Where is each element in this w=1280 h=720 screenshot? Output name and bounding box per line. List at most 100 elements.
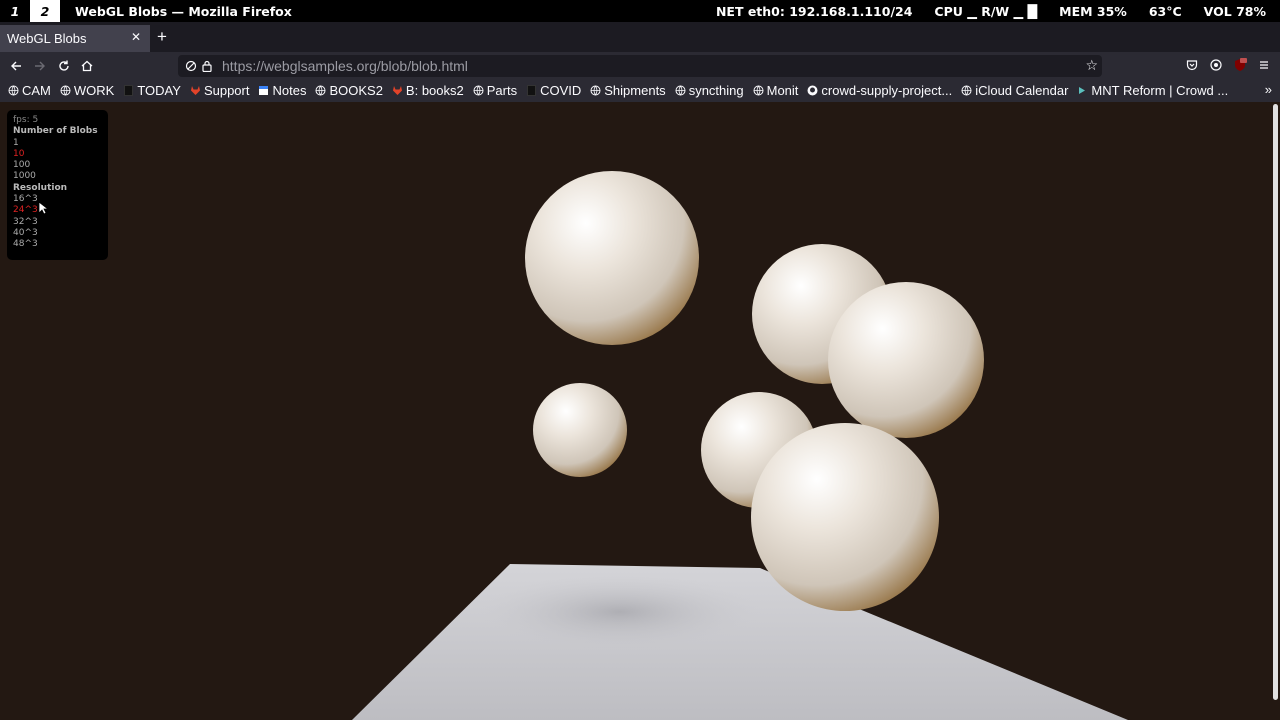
settings-panel: fps: 5 Number of Blobs 1 10 100 1000 Resolu…	[7, 110, 108, 260]
globe-icon	[961, 85, 972, 96]
lock-icon[interactable]	[200, 59, 214, 73]
bookmark-work[interactable]: WORK	[60, 83, 114, 98]
notes-icon	[258, 85, 269, 96]
page-icon	[526, 85, 537, 96]
url-text: https://webglsamples.org/blob/blob.html	[222, 58, 468, 74]
blob-count-option[interactable]: 100	[13, 160, 102, 171]
bookmark-label: Notes	[272, 83, 307, 98]
url-path: /blob/blob.html	[376, 58, 468, 74]
bookmarks-overflow-icon[interactable]: »	[1265, 82, 1272, 97]
arrow-icon	[1077, 85, 1088, 96]
bookmark-star-icon[interactable]: ☆	[1085, 57, 1098, 74]
bookmark-label: Monit	[766, 83, 799, 98]
gitlab-icon	[392, 85, 403, 96]
globe-icon	[675, 85, 686, 96]
bookmark-label: crowd-supply-project...	[821, 83, 953, 98]
bookmark-label: iCloud Calendar	[975, 83, 1069, 98]
globe-icon	[473, 85, 484, 96]
net-status: NET eth0: 192.168.1.110/24	[715, 3, 913, 19]
bookmark-label: Support	[203, 83, 250, 98]
resolution-option[interactable]: 24^3	[13, 205, 102, 216]
temp-status: 63°C	[1148, 3, 1182, 19]
bookmark-label: WORK	[73, 83, 115, 98]
tab-strip: WebGL Blobs ✕ +	[0, 22, 1280, 52]
bookmark-cam[interactable]: CAM	[8, 83, 51, 98]
nav-bar: https://webglsamples.org/blob/blob.html …	[0, 52, 1280, 79]
tracking-shield-icon[interactable]	[184, 59, 198, 73]
bookmark-icloud-calendar[interactable]: iCloud Calendar	[961, 83, 1068, 98]
webgl-canvas[interactable]: fps: 5 Number of Blobs 1 10 100 1000 Resolu…	[0, 102, 1280, 720]
home-icon[interactable]	[77, 56, 97, 76]
cpu-status: CPU ▁ R/W ▁ █	[934, 3, 1038, 19]
pocket-icon[interactable]	[1184, 57, 1200, 73]
github-icon	[807, 85, 818, 96]
bookmark-label: syncthing	[688, 83, 744, 98]
system-status: NET eth0: 192.168.1.110/24 CPU ▁ R/W ▁ █…	[716, 4, 1280, 19]
globe-icon	[590, 85, 601, 96]
forward-icon[interactable]	[30, 56, 50, 76]
fps-counter: fps: 5	[13, 115, 39, 125]
scrollbar[interactable]	[1272, 102, 1280, 720]
bookmark-shipments[interactable]: Shipments	[590, 83, 666, 98]
url-domain: https://webglsamples.org	[222, 58, 377, 74]
bookmark-label: Parts	[486, 83, 518, 98]
blob-count-option[interactable]: 10	[13, 149, 102, 160]
blob	[533, 383, 627, 477]
page-icon	[123, 85, 134, 96]
bookmark-b-books2[interactable]: B: books2	[392, 83, 464, 98]
globe-icon	[8, 85, 19, 96]
bookmark-label: Shipments	[604, 83, 666, 98]
extension-privacy-icon[interactable]	[1208, 57, 1224, 73]
tab-title: WebGL Blobs	[7, 31, 87, 46]
bookmark-notes[interactable]: Notes	[258, 83, 306, 98]
bookmark-books2[interactable]: BOOKS2	[315, 83, 383, 98]
ublock-icon[interactable]	[1232, 57, 1248, 73]
wm-status-bar: 1 2 WebGL Blobs — Mozilla Firefox NET et…	[0, 0, 1280, 22]
bookmark-syncthing[interactable]: syncthing	[675, 83, 744, 98]
blob-count-option[interactable]: 1	[13, 138, 102, 149]
workspace-1[interactable]: 1	[0, 0, 30, 22]
close-tab-icon[interactable]: ✕	[131, 30, 141, 44]
bookmark-monit[interactable]: Monit	[753, 83, 799, 98]
floor-shadow	[480, 574, 760, 650]
resolution-option[interactable]: 40^3	[13, 228, 102, 239]
bookmark-label: TODAY	[137, 83, 181, 98]
blob-scene	[352, 171, 1128, 720]
resolution-option[interactable]: 16^3	[13, 194, 102, 205]
blobs-header: Number of Blobs	[13, 126, 98, 137]
back-icon[interactable]	[6, 56, 26, 76]
bookmark-support[interactable]: Support	[190, 83, 250, 98]
reload-icon[interactable]	[54, 56, 74, 76]
scrollbar-thumb[interactable]	[1273, 104, 1278, 700]
new-tab-icon[interactable]: +	[157, 27, 167, 47]
bookmark-mnt-reform-crowd[interactable]: MNT Reform | Crowd ...	[1077, 83, 1228, 98]
mem-status: MEM 35%	[1059, 3, 1127, 19]
bookmark-label: CAM	[22, 83, 51, 98]
resolution-option[interactable]: 32^3	[13, 217, 102, 228]
mouse-cursor-icon	[38, 201, 48, 215]
bookmark-covid[interactable]: COVID	[526, 83, 581, 98]
menu-icon[interactable]	[1256, 57, 1272, 73]
workspace-2[interactable]: 2	[30, 0, 60, 22]
resolution-header: Resolution	[13, 182, 68, 193]
globe-icon	[315, 85, 326, 96]
bookmark-crowd-supply-project[interactable]: crowd-supply-project...	[807, 83, 952, 98]
resolution-option[interactable]: 48^3	[13, 239, 102, 250]
globe-icon	[753, 85, 764, 96]
url-bar[interactable]: https://webglsamples.org/blob/blob.html …	[178, 55, 1102, 77]
bookmark-label: COVID	[540, 83, 582, 98]
bookmarks-bar: CAM WORK TODAY Support Notes BOOKS2 B: books2 P…	[0, 79, 1280, 102]
blob-count-option[interactable]: 1000	[13, 171, 102, 182]
floor-plane	[352, 564, 1128, 720]
blob	[828, 282, 984, 438]
tab-webgl-blobs[interactable]: WebGL Blobs ✕	[0, 25, 150, 52]
bookmark-label: BOOKS2	[329, 83, 383, 98]
window-title: WebGL Blobs — Mozilla Firefox	[75, 3, 292, 19]
globe-icon	[60, 85, 71, 96]
bookmark-parts[interactable]: Parts	[473, 83, 517, 98]
blob	[525, 171, 699, 345]
blob	[751, 423, 939, 611]
bookmark-today[interactable]: TODAY	[123, 83, 181, 98]
bookmark-label: MNT Reform | Crowd ...	[1091, 83, 1229, 98]
vol-status: VOL 78%	[1203, 3, 1266, 19]
